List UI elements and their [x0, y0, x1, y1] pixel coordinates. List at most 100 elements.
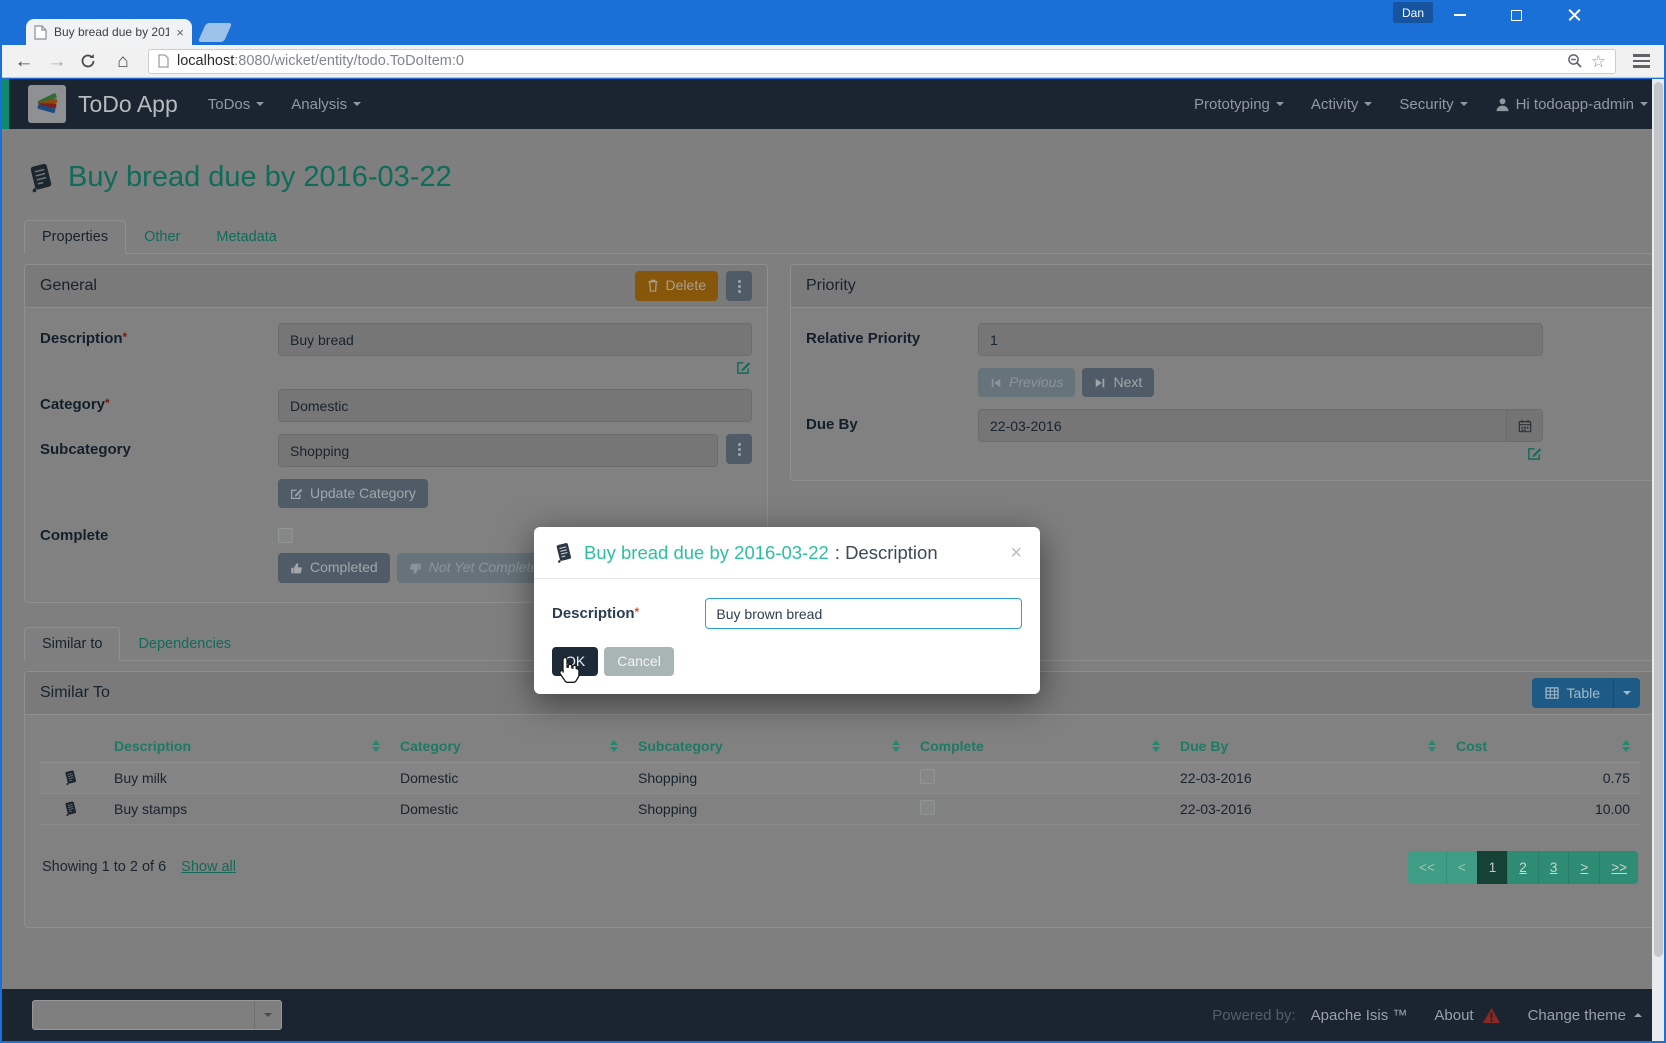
page-prev[interactable]: < — [1446, 851, 1477, 884]
window-maximize-button[interactable] — [1496, 2, 1536, 28]
cell-description[interactable]: Buy stamps — [104, 793, 390, 824]
window-close-button[interactable] — [1554, 2, 1594, 28]
paging-summary: Showing 1 to 2 of 6 — [42, 859, 166, 875]
col-due-by[interactable]: Due By — [1170, 730, 1446, 763]
app-viewport: ToDo App ToDos Analysis Prototyping Acti… — [2, 79, 1664, 1041]
footer-select-caret[interactable] — [254, 1001, 281, 1029]
subcategory-more-actions-button[interactable] — [726, 434, 752, 464]
page-3[interactable]: 3 — [1538, 851, 1569, 884]
priority-panel: Priority Relative Priority 1 — [790, 264, 1656, 481]
general-more-actions-button[interactable] — [726, 271, 752, 301]
url-bar[interactable]: localhost:8080/wicket/entity/todo.ToDoIt… — [148, 49, 1616, 74]
home-button[interactable]: ⌂ — [113, 52, 133, 71]
modal-close-icon[interactable]: × — [1010, 543, 1022, 563]
sort-icon[interactable] — [1622, 740, 1630, 752]
priority-panel-body: Relative Priority 1 Previous — [791, 308, 1655, 480]
sort-icon[interactable] — [610, 740, 618, 752]
tab-other[interactable]: Other — [126, 220, 198, 254]
browser-menu-icon[interactable] — [1631, 50, 1652, 72]
col-description[interactable]: Description — [104, 730, 390, 763]
col-complete[interactable]: Complete — [910, 730, 1170, 763]
bookmark-star-icon[interactable]: ☆ — [1591, 53, 1606, 70]
relative-priority-field[interactable]: 1 — [978, 323, 1543, 356]
vertical-scrollbar[interactable] — [1652, 79, 1664, 1041]
completed-button[interactable]: Completed — [278, 553, 390, 582]
todo-item-icon[interactable] — [62, 800, 79, 817]
edit-due-by-icon[interactable] — [1527, 446, 1542, 461]
tab-similar-to[interactable]: Similar to — [24, 627, 120, 661]
tab-properties[interactable]: Properties — [24, 220, 126, 254]
menu-analysis[interactable]: Analysis — [291, 96, 361, 113]
row-complete-checkbox — [920, 769, 935, 784]
browser-tab[interactable]: Buy bread due by 2016-0 × — [26, 19, 192, 45]
zoom-indicator-icon[interactable] — [1567, 53, 1583, 69]
table-row[interactable]: Buy milk Domestic Shopping 22-03-2016 0.… — [40, 762, 1640, 793]
footer-select[interactable] — [32, 1000, 282, 1030]
person-icon — [1495, 97, 1510, 112]
page-1[interactable]: 1 — [1477, 851, 1508, 884]
back-button[interactable]: ← — [14, 52, 34, 71]
menu-user[interactable]: Hi todoapp-admin — [1495, 96, 1648, 113]
page-last[interactable]: >> — [1599, 851, 1638, 884]
col-cost[interactable]: Cost — [1446, 730, 1640, 763]
description-field[interactable]: Buy bread — [278, 323, 752, 356]
modal-description-input[interactable] — [705, 598, 1022, 629]
due-by-field[interactable]: 22-03-2016 — [978, 409, 1543, 442]
menu-prototyping[interactable]: Prototyping — [1194, 96, 1284, 113]
menu-security[interactable]: Security — [1399, 96, 1467, 113]
window-minimize-button[interactable] — [1440, 2, 1480, 28]
subcategory-field[interactable]: Shopping — [278, 434, 718, 467]
warning-icon — [1482, 1007, 1501, 1024]
forward-button[interactable]: → — [47, 52, 67, 71]
page-first[interactable]: << — [1408, 851, 1446, 884]
change-theme-link[interactable]: Change theme — [1528, 1007, 1642, 1024]
chrome-profile-badge[interactable]: Dan — [1393, 2, 1433, 23]
col-category[interactable]: Category — [390, 730, 628, 763]
url-text[interactable]: localhost:8080/wicket/entity/todo.ToDoIt… — [177, 53, 464, 69]
chevron-down-icon — [1623, 691, 1631, 695]
calendar-addon[interactable] — [1506, 410, 1542, 441]
relative-priority-label: Relative Priority — [806, 323, 978, 356]
delete-button[interactable]: Delete — [635, 271, 718, 300]
app-logo-icon[interactable] — [28, 85, 66, 123]
table-view-caret-button[interactable] — [1613, 678, 1640, 708]
scrollbar-thumb[interactable] — [1654, 82, 1663, 957]
app-brand[interactable]: ToDo App — [78, 91, 178, 118]
cell-due-by: 22-03-2016 — [1170, 793, 1446, 824]
tab-metadata[interactable]: Metadata — [198, 220, 294, 254]
tab-dependencies[interactable]: Dependencies — [120, 627, 249, 661]
show-all-link[interactable]: Show all — [181, 859, 236, 875]
sort-icon[interactable] — [1428, 740, 1436, 752]
menu-activity[interactable]: Activity — [1311, 96, 1373, 113]
panel-title: Priority — [806, 277, 1640, 295]
col-subcategory[interactable]: Subcategory — [628, 730, 910, 763]
table-view-button[interactable]: Table — [1532, 678, 1613, 708]
page-next[interactable]: > — [1568, 851, 1599, 884]
previous-button[interactable]: Previous — [978, 368, 1075, 397]
menu-todos[interactable]: ToDos — [208, 96, 265, 113]
category-field[interactable]: Domestic — [278, 389, 752, 422]
tab-close-icon[interactable]: × — [176, 26, 184, 39]
sort-icon[interactable] — [1152, 740, 1160, 752]
next-button[interactable]: Next — [1082, 368, 1154, 397]
edit-description-icon[interactable] — [736, 360, 751, 375]
sort-icon[interactable] — [892, 740, 900, 752]
todo-item-icon[interactable] — [62, 769, 79, 786]
skip-backward-icon — [990, 377, 1002, 389]
table-row[interactable]: Buy stamps Domestic Shopping 22-03-2016 … — [40, 793, 1640, 824]
reload-button[interactable] — [80, 53, 100, 69]
update-category-button[interactable]: Update Category — [278, 479, 428, 508]
page-2[interactable]: 2 — [1507, 851, 1538, 884]
sort-icon[interactable] — [372, 740, 380, 752]
navbar-right: Prototyping Activity Security Hi todoapp… — [1167, 96, 1648, 113]
cell-description[interactable]: Buy milk — [104, 762, 390, 793]
cancel-button[interactable]: Cancel — [604, 647, 674, 676]
complete-checkbox[interactable] — [278, 528, 293, 543]
new-tab-button[interactable] — [198, 23, 232, 42]
about-link[interactable]: About — [1434, 1007, 1500, 1024]
todo-item-icon — [24, 161, 57, 194]
similar-to-body: Description Category Subcategory Complet… — [25, 715, 1655, 927]
vertical-dots-icon — [738, 285, 741, 288]
page-favicon-icon — [34, 25, 47, 40]
cell-subcategory: Shopping — [628, 793, 910, 824]
